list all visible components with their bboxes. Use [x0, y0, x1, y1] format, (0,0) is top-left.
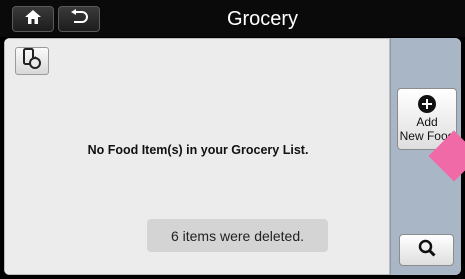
empty-list-message: No Food Item(s) in your Grocery List. [87, 143, 309, 157]
device-sync-icon [22, 47, 42, 75]
page-title: Grocery [226, 8, 299, 30]
home-icon [24, 9, 42, 30]
home-button[interactable] [12, 6, 54, 32]
deleted-toast: 6 items were deleted. [147, 219, 328, 252]
back-arrow-icon [69, 8, 89, 30]
search-icon [418, 239, 436, 262]
sync-button[interactable] [15, 47, 49, 75]
add-label-line1: Add [416, 115, 438, 129]
plus-circle-icon [418, 95, 436, 113]
back-button[interactable] [58, 6, 100, 32]
grocery-list-area: No Food Item(s) in your Grocery List. 6 … [4, 38, 390, 275]
main-screen: No Food Item(s) in your Grocery List. 6 … [4, 38, 461, 275]
top-bar: Grocery [0, 0, 465, 37]
search-button[interactable] [399, 234, 454, 266]
